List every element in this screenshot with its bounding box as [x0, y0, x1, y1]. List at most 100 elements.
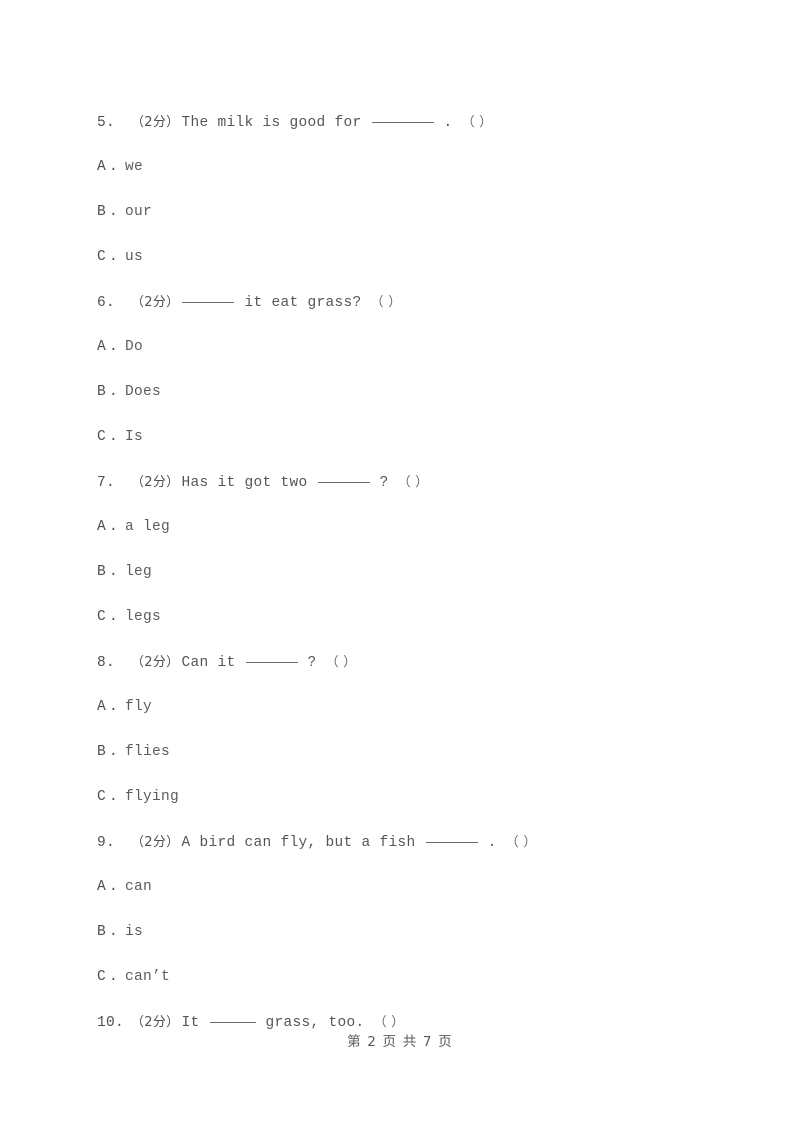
option-letter: A [97, 699, 107, 715]
question-stem-before: Can it [181, 655, 236, 671]
option-separator: . [109, 609, 119, 625]
option-letter: C [97, 789, 107, 805]
option-text: Does [125, 384, 162, 400]
option-letter: C [97, 429, 107, 445]
question-number: 7. [97, 475, 116, 491]
option-text: can [125, 879, 153, 895]
option-text: flying [125, 789, 180, 805]
option-separator: . [109, 249, 119, 265]
question-stem: 5. （2分） The milk is good for . （ ） [97, 100, 737, 145]
answer-option[interactable]: B. flies [97, 730, 737, 775]
answer-option[interactable]: C. can’t [97, 955, 737, 1000]
question-number: 6. [97, 295, 116, 311]
answer-blank[interactable] [245, 662, 298, 663]
answer-parenthesis[interactable]: （ ） [506, 820, 537, 865]
option-separator: . [109, 159, 119, 175]
document-page: 5. （2分） The milk is good for . （ ） A. we B. ou… [0, 0, 800, 1132]
answer-option[interactable]: B. Does [97, 370, 737, 415]
option-text: is [125, 924, 144, 940]
option-letter: A [97, 879, 107, 895]
option-letter: C [97, 969, 107, 985]
answer-option[interactable]: A. a leg [97, 505, 737, 550]
question-number: 5. [97, 115, 116, 131]
question-block: 6. （2分） it eat grass? （ ） A. Do B. Does C. Is [97, 280, 737, 460]
question-points: （2分） [131, 295, 180, 310]
option-letter: A [97, 159, 107, 175]
option-separator: . [109, 564, 119, 580]
option-separator: . [109, 969, 119, 985]
question-stem-before: Has it got two [181, 475, 308, 491]
question-stem-after: . [443, 115, 453, 131]
option-text: flies [125, 744, 171, 760]
option-text: Do [125, 339, 144, 355]
option-separator: . [109, 339, 119, 355]
answer-option[interactable]: A. we [97, 145, 737, 190]
option-separator: . [109, 744, 119, 760]
question-points: （2分） [131, 835, 180, 850]
answer-blank[interactable] [425, 842, 478, 843]
option-letter: A [97, 519, 107, 535]
option-letter: C [97, 609, 107, 625]
option-letter: B [97, 744, 107, 760]
option-letter: B [97, 384, 107, 400]
answer-parenthesis[interactable]: （ ） [398, 460, 429, 505]
option-separator: . [109, 519, 119, 535]
answer-blank[interactable] [182, 302, 235, 303]
question-block: 7. （2分） Has it got two ? （ ） A. a leg B. leg C.… [97, 460, 737, 640]
option-separator: . [109, 204, 119, 220]
question-stem-after: . [487, 835, 497, 851]
option-text: us [125, 249, 144, 265]
question-stem-after: it eat grass? [244, 295, 362, 311]
question-block: 9. （2分） A bird can fly, but a fish . （ ） A.… [97, 820, 737, 1000]
question-stem: 6. （2分） it eat grass? （ ） [97, 280, 737, 325]
option-separator: . [109, 429, 119, 445]
answer-option[interactable]: B. leg [97, 550, 737, 595]
question-stem: 8. （2分） Can it ? （ ） [97, 640, 737, 685]
option-text: fly [125, 699, 153, 715]
option-letter: A [97, 339, 107, 355]
answer-option[interactable]: A. fly [97, 685, 737, 730]
answer-option[interactable]: B. our [97, 190, 737, 235]
question-stem-after: ? [307, 655, 317, 671]
question-stem: 7. （2分） Has it got two ? （ ） [97, 460, 737, 505]
option-letter: B [97, 924, 107, 940]
question-number: 8. [97, 655, 116, 671]
question-points: （2分） [131, 655, 180, 670]
answer-option[interactable]: C. flying [97, 775, 737, 820]
answer-option[interactable]: B. is [97, 910, 737, 955]
option-letter: B [97, 204, 107, 220]
answer-parenthesis[interactable]: （ ） [462, 100, 493, 145]
answer-blank[interactable] [209, 1022, 256, 1023]
option-text: we [125, 159, 144, 175]
question-stem-after: ? [379, 475, 389, 491]
question-block: 8. （2分） Can it ? （ ） A. fly B. flies C. flying [97, 640, 737, 820]
question-points: （2分） [131, 115, 180, 130]
answer-option[interactable]: C. us [97, 235, 737, 280]
option-separator: . [109, 879, 119, 895]
option-text: a leg [125, 519, 171, 535]
option-text: our [125, 204, 153, 220]
option-separator: . [109, 789, 119, 805]
option-text: Is [125, 429, 144, 445]
answer-option[interactable]: A. can [97, 865, 737, 910]
question-stem-before: A bird can fly, but a fish [181, 835, 416, 851]
answer-option[interactable]: A. Do [97, 325, 737, 370]
option-letter: C [97, 249, 107, 265]
question-stem-before: It [181, 1015, 200, 1031]
option-letter: B [97, 564, 107, 580]
questions-container: 5. （2分） The milk is good for . （ ） A. we B. ou… [97, 100, 737, 1045]
answer-parenthesis[interactable]: （ ） [326, 640, 357, 685]
question-stem-after: grass, too. [265, 1015, 365, 1031]
answer-blank[interactable] [317, 482, 370, 483]
page-footer: 第 2 页 共 7 页 [347, 1034, 453, 1050]
option-separator: . [109, 384, 119, 400]
answer-option[interactable]: C. legs [97, 595, 737, 640]
answer-option[interactable]: C. Is [97, 415, 737, 460]
answer-blank[interactable] [371, 122, 434, 123]
option-text: can’t [125, 969, 171, 985]
option-separator: . [109, 699, 119, 715]
question-points: （2分） [131, 475, 180, 490]
question-stem-before: The milk is good for [181, 115, 362, 131]
option-separator: . [109, 924, 119, 940]
answer-parenthesis[interactable]: （ ） [371, 280, 402, 325]
